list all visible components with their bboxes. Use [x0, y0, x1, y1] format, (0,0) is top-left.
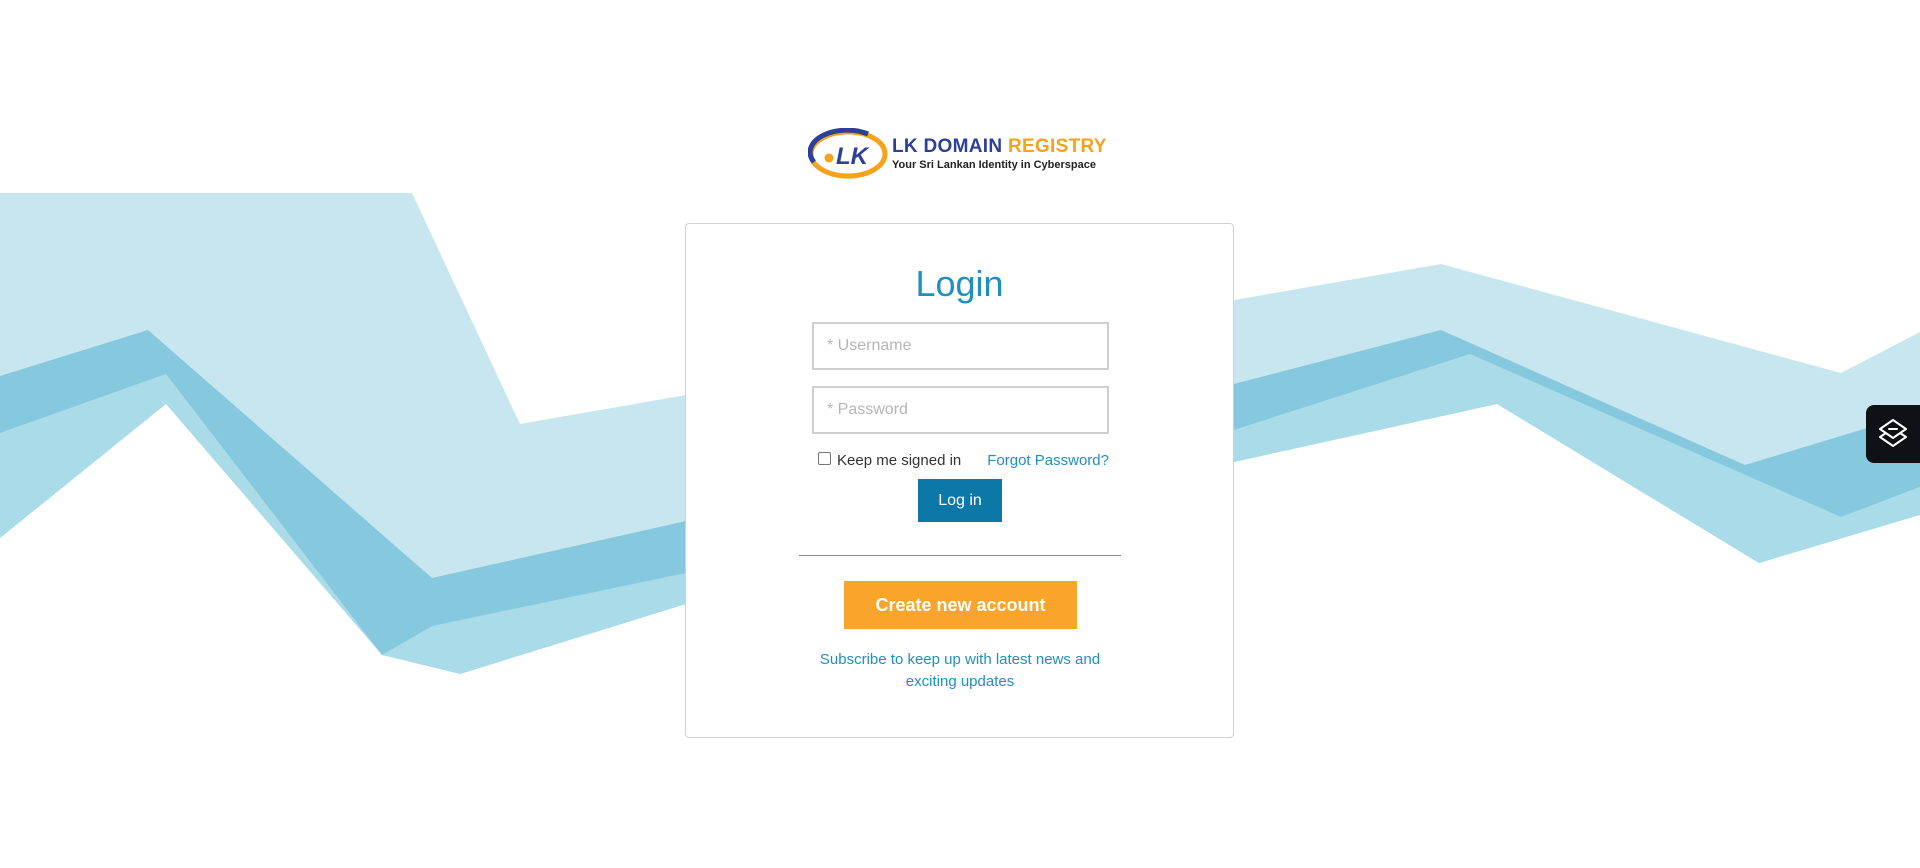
lk-logo-icon: LK	[808, 128, 888, 179]
lk-domain-registry-logo: LK LK DOMAIN REGISTRY Your Sri Lankan Id…	[808, 126, 1112, 182]
login-card: Login Keep me signed in Forgot Password?…	[685, 223, 1234, 738]
divider	[799, 555, 1121, 556]
layers-diamond-icon	[1879, 419, 1907, 447]
svg-text:LK: LK	[836, 143, 870, 170]
login-page: LK LK DOMAIN REGISTRY Your Sri Lankan Id…	[0, 0, 1920, 868]
subscribe-link[interactable]: Subscribe to keep up with latest news an…	[810, 649, 1110, 693]
username-input[interactable]	[812, 322, 1109, 370]
keep-signed-in-label[interactable]: Keep me signed in	[837, 452, 961, 469]
side-widget-button[interactable]	[1866, 405, 1920, 463]
log-in-button[interactable]: Log in	[918, 479, 1002, 522]
logo-text: LK DOMAIN REGISTRY Your Sri Lankan Ident…	[892, 136, 1107, 172]
login-title: Login	[915, 263, 1004, 304]
keep-signed-in-checkbox[interactable]	[818, 451, 831, 465]
logo-tagline: Your Sri Lankan Identity in Cyberspace	[892, 159, 1096, 171]
forgot-password-link[interactable]: Forgot Password?	[987, 452, 1109, 469]
logo-title: LK DOMAIN REGISTRY	[892, 136, 1107, 157]
login-options-row: Keep me signed in Forgot Password?	[816, 448, 1116, 472]
password-input[interactable]	[812, 386, 1109, 434]
create-account-button[interactable]: Create new account	[844, 581, 1077, 629]
